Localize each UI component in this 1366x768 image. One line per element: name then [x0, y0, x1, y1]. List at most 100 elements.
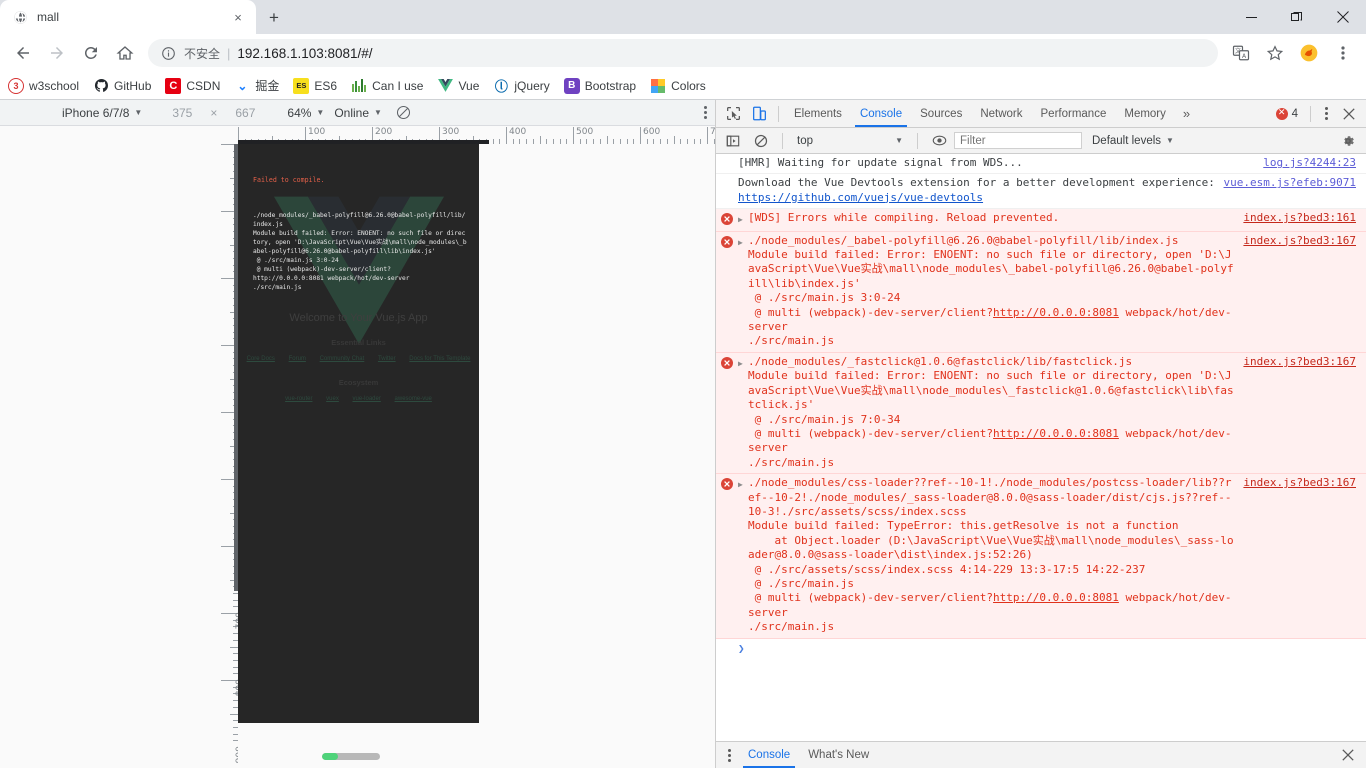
log-levels-select[interactable]: Default levels ▼: [1092, 135, 1174, 147]
console-settings-gear-icon[interactable]: [1340, 133, 1356, 149]
device-toolbar-toggle-icon[interactable]: [746, 101, 772, 127]
link-awesome-vue[interactable]: awesome-vue: [395, 396, 432, 402]
dev-server-link[interactable]: http://0.0.0.0:8081: [993, 427, 1119, 440]
console-sidebar-toggle-icon[interactable]: [720, 128, 746, 154]
minimize-icon[interactable]: [1228, 0, 1274, 34]
console-error-message[interactable]: ▶ ./node_modules/_babel-polyfill@6.26.0@…: [716, 231, 1366, 353]
bookmark-w3school[interactable]: 3 w3school: [8, 77, 79, 94]
close-drawer-icon[interactable]: [1334, 749, 1362, 761]
live-expression-eye-icon[interactable]: [926, 128, 952, 154]
link-twitter[interactable]: Twitter: [378, 356, 396, 362]
console-message[interactable]: [HMR] Waiting for update signal from WDS…: [716, 154, 1366, 175]
error-icon: [716, 476, 738, 491]
bookmark-github[interactable]: GitHub: [93, 78, 151, 94]
new-tab-button[interactable]: +: [260, 4, 288, 32]
zoom-select[interactable]: 64% ▼: [287, 106, 324, 120]
info-circle-icon[interactable]: [160, 45, 176, 61]
tab-performance[interactable]: Performance: [1032, 100, 1116, 127]
execution-context-select[interactable]: top ▼: [791, 135, 909, 147]
console-message[interactable]: Download the Vue Devtools extension for …: [716, 174, 1366, 210]
home-icon[interactable]: [111, 39, 139, 67]
bookmark-vue[interactable]: Vue: [437, 78, 479, 94]
browser-tab[interactable]: mall ×: [0, 0, 256, 34]
dev-server-link[interactable]: http://0.0.0.0:8081: [993, 591, 1119, 604]
message-source-link[interactable]: index.js?bed3:167: [1243, 476, 1366, 490]
message-source-link[interactable]: index.js?bed3:167: [1243, 355, 1366, 369]
divider: [1310, 105, 1311, 122]
message-source-link[interactable]: log.js?4244:23: [1263, 156, 1366, 170]
device-select[interactable]: iPhone 6/7/8 ▼: [62, 106, 142, 120]
vue-devtools-link[interactable]: https://github.com/vuejs/vue-devtools: [738, 191, 983, 204]
error-badge[interactable]: ✕ 4: [1275, 107, 1298, 120]
expand-arrow-icon[interactable]: ▶: [738, 211, 748, 227]
link-vue-loader[interactable]: vue-loader: [353, 396, 381, 402]
device-stage: 100200300400500600700 100200300400500600…: [0, 126, 715, 768]
context-label: top: [797, 134, 813, 147]
message-source-link[interactable]: index.js?bed3:161: [1243, 211, 1366, 225]
bookmark-jquery[interactable]: ⓛ jQuery: [493, 78, 550, 95]
console-error-message[interactable]: ▶ [WDS] Errors while compiling. Reload p…: [716, 209, 1366, 232]
more-tabs-icon[interactable]: »: [1175, 106, 1198, 121]
dev-server-link[interactable]: http://0.0.0.0:8081: [993, 306, 1119, 319]
message-source-link[interactable]: vue.esm.js?efeb:9071: [1224, 176, 1366, 190]
rotate-icon[interactable]: [396, 105, 411, 120]
link-vuex[interactable]: vuex: [326, 396, 339, 402]
bookmark-bootstrap[interactable]: B Bootstrap: [563, 77, 636, 94]
console-error-message[interactable]: ▶ ./node_modules/css-loader??ref--10-1!.…: [716, 474, 1366, 639]
chrome-menu-icon[interactable]: [1329, 39, 1357, 67]
close-devtools-icon[interactable]: [1336, 101, 1362, 127]
drawer-tab-console[interactable]: Console: [739, 742, 799, 768]
console-message-list[interactable]: [HMR] Waiting for update signal from WDS…: [716, 154, 1366, 741]
devtools-tabbar-right: ✕ 4: [1275, 101, 1362, 127]
tab-network[interactable]: Network: [971, 100, 1031, 127]
device-width-input[interactable]: 375: [172, 106, 192, 120]
bookmark-csdn[interactable]: C CSDN: [165, 77, 220, 94]
tab-sources[interactable]: Sources: [911, 100, 971, 127]
extension-icon[interactable]: [1295, 39, 1323, 67]
address-bar[interactable]: 不安全 | 192.168.1.103 :8081/#/: [148, 39, 1218, 67]
throttling-select[interactable]: Online ▼: [334, 106, 382, 120]
inspect-element-icon[interactable]: [720, 101, 746, 127]
message-gutter: [716, 156, 738, 158]
tab-console[interactable]: Console: [851, 100, 911, 127]
devtools-main-menu-icon[interactable]: [1317, 107, 1336, 120]
drawer-tab-whats-new[interactable]: What's New: [799, 742, 878, 768]
filter-input[interactable]: [954, 132, 1082, 149]
caniuse-icon: [351, 78, 367, 94]
bookmark-colors[interactable]: Colors: [650, 78, 706, 94]
link-community-chat[interactable]: Community Chat: [320, 356, 365, 362]
close-icon[interactable]: ×: [230, 9, 246, 25]
translate-icon[interactable]: 文 A: [1227, 39, 1255, 67]
device-more-options-icon[interactable]: [704, 106, 707, 119]
maximize-icon[interactable]: [1274, 0, 1320, 34]
link-vue-router[interactable]: vue-router: [285, 396, 312, 402]
bookmark-caniuse[interactable]: Can I use: [351, 78, 423, 94]
devtools-panel: Elements Console Sources Network Perform…: [716, 100, 1366, 768]
bookmark-juejin[interactable]: ⌄ 掘金: [234, 77, 279, 94]
bookmark-es6[interactable]: ES ES6: [293, 77, 338, 94]
link-core-docs[interactable]: Core Docs: [247, 356, 275, 362]
bookmark-star-icon[interactable]: [1261, 39, 1289, 67]
expand-arrow-icon[interactable]: ▶: [738, 355, 748, 371]
console-prompt[interactable]: ❯: [716, 639, 1366, 659]
link-forum[interactable]: Forum: [289, 356, 306, 362]
back-icon[interactable]: [9, 39, 37, 67]
tab-memory[interactable]: Memory: [1115, 100, 1175, 127]
clear-console-icon[interactable]: [748, 128, 774, 154]
link-docs-template[interactable]: Docs for This Template: [409, 356, 470, 362]
horizontal-scrollbar[interactable]: [322, 753, 380, 760]
tab-elements[interactable]: Elements: [785, 100, 851, 127]
expand-arrow-icon[interactable]: ▶: [738, 476, 748, 492]
forward-icon[interactable]: [43, 39, 71, 67]
chevron-down-icon: ▼: [316, 108, 325, 117]
device-toolbar: iPhone 6/7/8 ▼ 375 × 667 64% ▼ Online ▼: [0, 100, 715, 126]
drawer-more-tools-icon[interactable]: [720, 748, 739, 762]
close-window-icon[interactable]: [1320, 0, 1366, 34]
reload-icon[interactable]: [77, 39, 105, 67]
device-height-input[interactable]: 667: [235, 106, 255, 120]
console-error-message[interactable]: ▶ ./node_modules/_fastclick@1.0.6@fastcl…: [716, 352, 1366, 475]
bookmark-label: ES6: [314, 78, 338, 93]
emulated-device-screen[interactable]: Failed to compile. ./node_modules/_babel…: [238, 144, 479, 723]
message-source-link[interactable]: index.js?bed3:167: [1243, 234, 1366, 248]
expand-arrow-icon[interactable]: ▶: [738, 234, 748, 250]
